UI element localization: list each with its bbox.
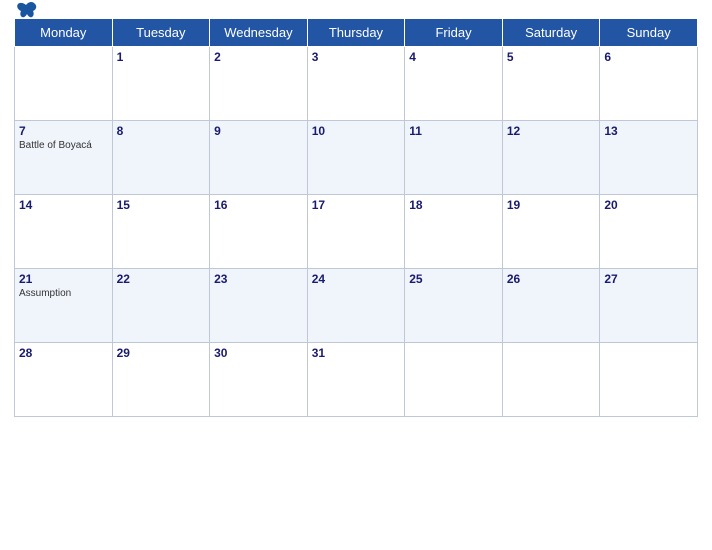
logo-bird-icon <box>16 1 38 19</box>
day-number: 10 <box>312 124 401 138</box>
day-number: 7 <box>19 124 108 138</box>
calendar-day-cell: 27 <box>600 269 698 343</box>
calendar-week-row: 28 29 30 31 <box>15 343 698 417</box>
logo-area <box>14 1 38 19</box>
weekday-tuesday: Tuesday <box>112 19 210 47</box>
day-number: 1 <box>117 50 206 64</box>
weekday-header-row: Monday Tuesday Wednesday Thursday Friday… <box>15 19 698 47</box>
calendar-day-cell: 19 <box>502 195 600 269</box>
calendar-day-cell: 15 <box>112 195 210 269</box>
calendar-table: Monday Tuesday Wednesday Thursday Friday… <box>14 18 698 417</box>
day-number: 27 <box>604 272 693 286</box>
day-number: 15 <box>117 198 206 212</box>
day-number: 2 <box>214 50 303 64</box>
calendar-day-cell: 31 <box>307 343 405 417</box>
day-number: 19 <box>507 198 596 212</box>
calendar-day-cell: 25 <box>405 269 503 343</box>
day-number: 18 <box>409 198 498 212</box>
day-number: 12 <box>507 124 596 138</box>
day-number: 16 <box>214 198 303 212</box>
calendar-week-row: 14 15 16 17 18 19 20 <box>15 195 698 269</box>
calendar-day-cell: 14 <box>15 195 113 269</box>
weekday-saturday: Saturday <box>502 19 600 47</box>
calendar-day-cell: 30 <box>210 343 308 417</box>
day-number: 31 <box>312 346 401 360</box>
calendar-day-cell: 17 <box>307 195 405 269</box>
calendar-day-cell: 11 <box>405 121 503 195</box>
event-label: Battle of Boyacá <box>19 140 108 151</box>
day-number: 9 <box>214 124 303 138</box>
calendar-week-row: 21 Assumption 22 23 24 25 26 27 <box>15 269 698 343</box>
calendar-day-cell: 8 <box>112 121 210 195</box>
calendar-day-cell: 12 <box>502 121 600 195</box>
calendar-day-cell <box>405 343 503 417</box>
calendar-day-cell: 28 <box>15 343 113 417</box>
calendar-day-cell: 1 <box>112 47 210 121</box>
calendar-day-cell: 7 Battle of Boyacá <box>15 121 113 195</box>
calendar-container: Monday Tuesday Wednesday Thursday Friday… <box>0 0 712 550</box>
day-number: 23 <box>214 272 303 286</box>
weekday-wednesday: Wednesday <box>210 19 308 47</box>
calendar-day-cell: 24 <box>307 269 405 343</box>
weekday-sunday: Sunday <box>600 19 698 47</box>
calendar-day-cell: 9 <box>210 121 308 195</box>
calendar-day-cell: 20 <box>600 195 698 269</box>
weekday-friday: Friday <box>405 19 503 47</box>
calendar-day-cell <box>600 343 698 417</box>
day-number: 17 <box>312 198 401 212</box>
calendar-day-cell: 4 <box>405 47 503 121</box>
day-number: 13 <box>604 124 693 138</box>
day-number: 22 <box>117 272 206 286</box>
calendar-day-cell: 26 <box>502 269 600 343</box>
calendar-week-row: 123456 <box>15 47 698 121</box>
calendar-day-cell: 10 <box>307 121 405 195</box>
weekday-monday: Monday <box>15 19 113 47</box>
day-number: 21 <box>19 272 108 286</box>
calendar-day-cell: 3 <box>307 47 405 121</box>
day-number: 26 <box>507 272 596 286</box>
day-number: 11 <box>409 124 498 138</box>
day-number: 24 <box>312 272 401 286</box>
day-number: 8 <box>117 124 206 138</box>
calendar-day-cell: 13 <box>600 121 698 195</box>
day-number: 20 <box>604 198 693 212</box>
calendar-day-cell <box>15 47 113 121</box>
calendar-day-cell: 5 <box>502 47 600 121</box>
day-number: 3 <box>312 50 401 64</box>
logo <box>14 1 38 19</box>
day-number: 6 <box>604 50 693 64</box>
day-number: 28 <box>19 346 108 360</box>
day-number: 5 <box>507 50 596 64</box>
calendar-day-cell: 21 Assumption <box>15 269 113 343</box>
day-number: 29 <box>117 346 206 360</box>
calendar-day-cell: 6 <box>600 47 698 121</box>
calendar-day-cell: 29 <box>112 343 210 417</box>
calendar-week-row: 7 Battle of Boyacá 89 10 11 12 13 <box>15 121 698 195</box>
calendar-day-cell: 23 <box>210 269 308 343</box>
calendar-day-cell: 16 <box>210 195 308 269</box>
calendar-day-cell <box>502 343 600 417</box>
day-number: 4 <box>409 50 498 64</box>
event-label: Assumption <box>19 288 108 299</box>
calendar-day-cell: 18 <box>405 195 503 269</box>
day-number: 14 <box>19 198 108 212</box>
calendar-day-cell: 2 <box>210 47 308 121</box>
day-number: 30 <box>214 346 303 360</box>
weekday-thursday: Thursday <box>307 19 405 47</box>
day-number: 25 <box>409 272 498 286</box>
calendar-day-cell: 22 <box>112 269 210 343</box>
